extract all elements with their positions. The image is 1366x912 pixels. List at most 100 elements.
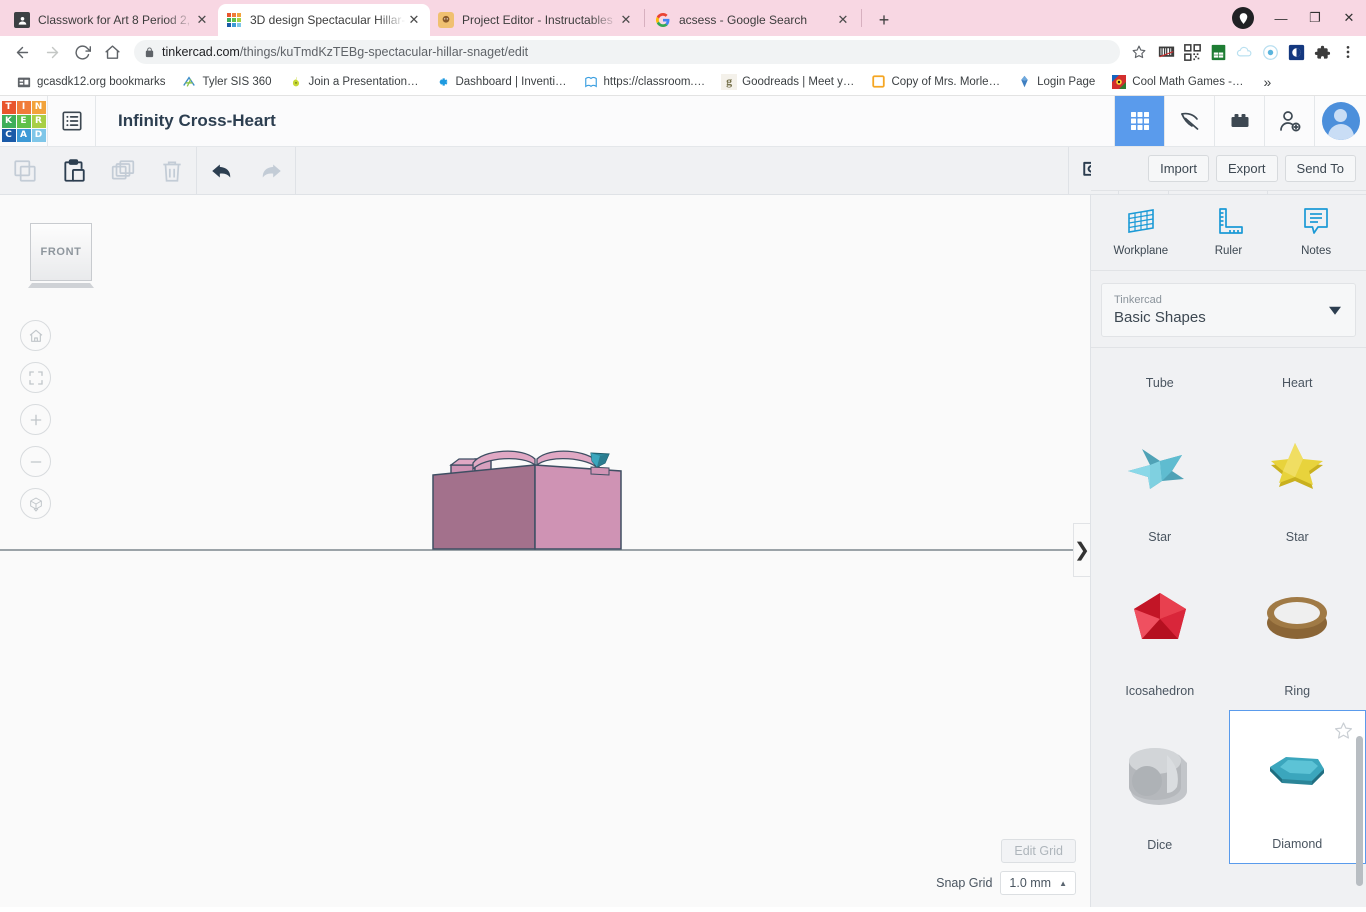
shape-item-heart[interactable]: Heart (1229, 347, 1366, 401)
tab-divider (644, 9, 645, 27)
export-button[interactable]: Export (1215, 155, 1278, 182)
new-tab-button[interactable]: + (870, 6, 898, 34)
edit-grid-button[interactable]: Edit Grid (1001, 839, 1076, 863)
bookmark-item[interactable]: gcasdk12.org bookmarks (10, 71, 171, 93)
close-icon[interactable]: ✕ (194, 12, 210, 28)
maximize-button[interactable]: ❐ (1298, 0, 1332, 36)
spreadsheet-icon[interactable] (1208, 42, 1228, 62)
tinkercad-logo[interactable]: T I N K E R C A D (0, 96, 48, 146)
shape-item-star-teal[interactable]: Star (1091, 402, 1229, 556)
minimize-button[interactable]: — (1264, 0, 1298, 36)
bookmark-item[interactable]: Join a Presentation… (282, 71, 425, 93)
word-cloud-icon[interactable] (1234, 42, 1254, 62)
paste-icon[interactable] (49, 147, 98, 194)
project-list-icon[interactable] (48, 96, 96, 146)
shape-item-icosahedron[interactable]: Icosahedron (1091, 556, 1229, 710)
extension-icons (1152, 42, 1358, 62)
zoom-in-icon[interactable] (20, 404, 51, 435)
browser-menu-icon[interactable] (1338, 42, 1358, 62)
forward-icon[interactable] (38, 38, 66, 66)
bookmark-item[interactable]: Dashboard | Inventi… (428, 71, 572, 93)
back-icon[interactable] (8, 38, 36, 66)
profile-pin-icon[interactable] (1232, 7, 1254, 29)
shapes-scrollbar[interactable] (1356, 735, 1363, 886)
avatar (1321, 102, 1360, 140)
ortho-perspective-icon[interactable] (20, 488, 51, 519)
logo-tile-D: D (31, 128, 46, 142)
bookmark-item[interactable]: Login Page (1010, 71, 1101, 93)
shape-label: Tube (1145, 375, 1174, 390)
browser-tab-2[interactable]: Project Editor - Instructables ✕ (430, 4, 642, 36)
fit-to-view-icon[interactable] (20, 362, 51, 393)
close-icon[interactable]: ✕ (835, 12, 851, 28)
barcode-scanner-icon[interactable] (1156, 42, 1176, 62)
undo-icon[interactable] (197, 147, 246, 194)
browser-tab-0[interactable]: Classwork for Art 8 Period 2, MP ✕ (6, 4, 218, 36)
user-avatar-button[interactable] (1314, 96, 1366, 146)
goodreads-icon: g (721, 73, 738, 90)
bookmark-item[interactable]: Copy of Mrs. Morle… (864, 71, 1006, 93)
bookmark-star-icon[interactable] (1128, 41, 1150, 63)
3d-viewport[interactable]: FRONT Edit Grid Snap Grid 1.0 mm ▲ ❯ (0, 195, 1090, 907)
shape-item-tube[interactable]: Tube (1091, 347, 1229, 401)
reload-icon[interactable] (68, 38, 96, 66)
header-icon-group (1114, 96, 1366, 146)
shape-label: Ring (1284, 683, 1311, 698)
3d-model-infinity-cross-heart[interactable] (431, 445, 671, 565)
panel-collapse-toggle[interactable]: ❯ (1073, 523, 1090, 577)
duplicate-icon[interactable] (98, 147, 147, 194)
shapes-grid-scroll[interactable]: Tube Heart Star Star Icosahedron Ring Di… (1091, 346, 1366, 908)
extensions-puzzle-icon[interactable] (1312, 42, 1332, 62)
bookmark-item[interactable]: g Goodreads | Meet y… (715, 71, 860, 93)
right-panel: Import Export Send To Workplane Ruler No… (1090, 147, 1366, 908)
browser-tab-1[interactable]: 3D design Spectacular Hillar-Sna ✕ (218, 4, 430, 36)
url-domain: tinkercad.com (162, 45, 240, 59)
bookmark-item[interactable]: Tyler SIS 360 (175, 71, 277, 93)
tab-title: 3D design Spectacular Hillar-Sna (250, 13, 406, 27)
tinkercad-header: T I N K E R C A D Infinity Cross-Heart (0, 96, 1366, 147)
bookmark-label: Goodreads | Meet y… (742, 75, 855, 88)
bookmark-item[interactable]: https://classroom.… (577, 71, 712, 93)
add-user-icon[interactable] (1264, 96, 1314, 146)
browser-toolbar: tinkercad.com/things/kuTmdKzTEBg-spectac… (0, 36, 1366, 68)
shape-label: Dice (1147, 837, 1173, 852)
ruler-tool[interactable]: Ruler (1190, 205, 1266, 257)
copy-icon[interactable] (0, 147, 49, 194)
notes-tool[interactable]: Notes (1278, 205, 1354, 257)
bookmark-label: Join a Presentation… (308, 75, 419, 88)
close-window-button[interactable]: ✕ (1332, 0, 1366, 36)
lastpass-icon[interactable] (1286, 42, 1306, 62)
import-button[interactable]: Import (1148, 155, 1209, 182)
zoom-out-icon[interactable] (20, 446, 51, 477)
browser-tab-3[interactable]: acsess - Google Search ✕ (647, 4, 859, 36)
shape-item-diamond[interactable]: Diamond (1228, 709, 1366, 864)
brick-icon[interactable] (1214, 96, 1264, 146)
pickaxe-icon[interactable] (1164, 96, 1214, 146)
close-icon[interactable]: ✕ (406, 12, 422, 28)
delete-icon[interactable] (147, 147, 196, 194)
address-bar[interactable]: tinkercad.com/things/kuTmdKzTEBg-spectac… (134, 40, 1120, 64)
shape-item-star-yellow[interactable]: Star (1229, 402, 1366, 556)
home-icon[interactable] (98, 38, 126, 66)
view-cube[interactable]: FRONT (28, 223, 96, 289)
bookmark-label: Dashboard | Inventi… (455, 75, 567, 88)
shape-item-ring[interactable]: Ring (1229, 556, 1366, 710)
shape-item-dice[interactable]: Dice (1091, 710, 1229, 864)
home-view-icon[interactable] (20, 320, 51, 351)
bookmark-label: Login Page (1037, 75, 1096, 88)
send-to-button[interactable]: Send To (1284, 155, 1356, 182)
record-circle-icon[interactable] (1260, 42, 1280, 62)
workplane-tool[interactable]: Workplane (1103, 205, 1179, 257)
qr-code-icon[interactable] (1182, 42, 1202, 62)
close-icon[interactable]: ✕ (618, 12, 634, 28)
pear-deck-icon (288, 74, 304, 90)
diamond-blue-icon (1016, 74, 1032, 90)
redo-icon[interactable] (246, 147, 295, 194)
shapes-library-dropdown[interactable]: Tinkercad Basic Shapes (1101, 283, 1356, 337)
snap-grid-select[interactable]: 1.0 mm ▲ (1000, 871, 1076, 895)
grid-apps-icon[interactable] (1114, 96, 1164, 146)
favorite-star-icon[interactable] (1334, 721, 1353, 745)
bookmarks-overflow-button[interactable]: » (1259, 74, 1275, 90)
bookmark-item[interactable]: Cool Math Games -… (1105, 71, 1249, 93)
